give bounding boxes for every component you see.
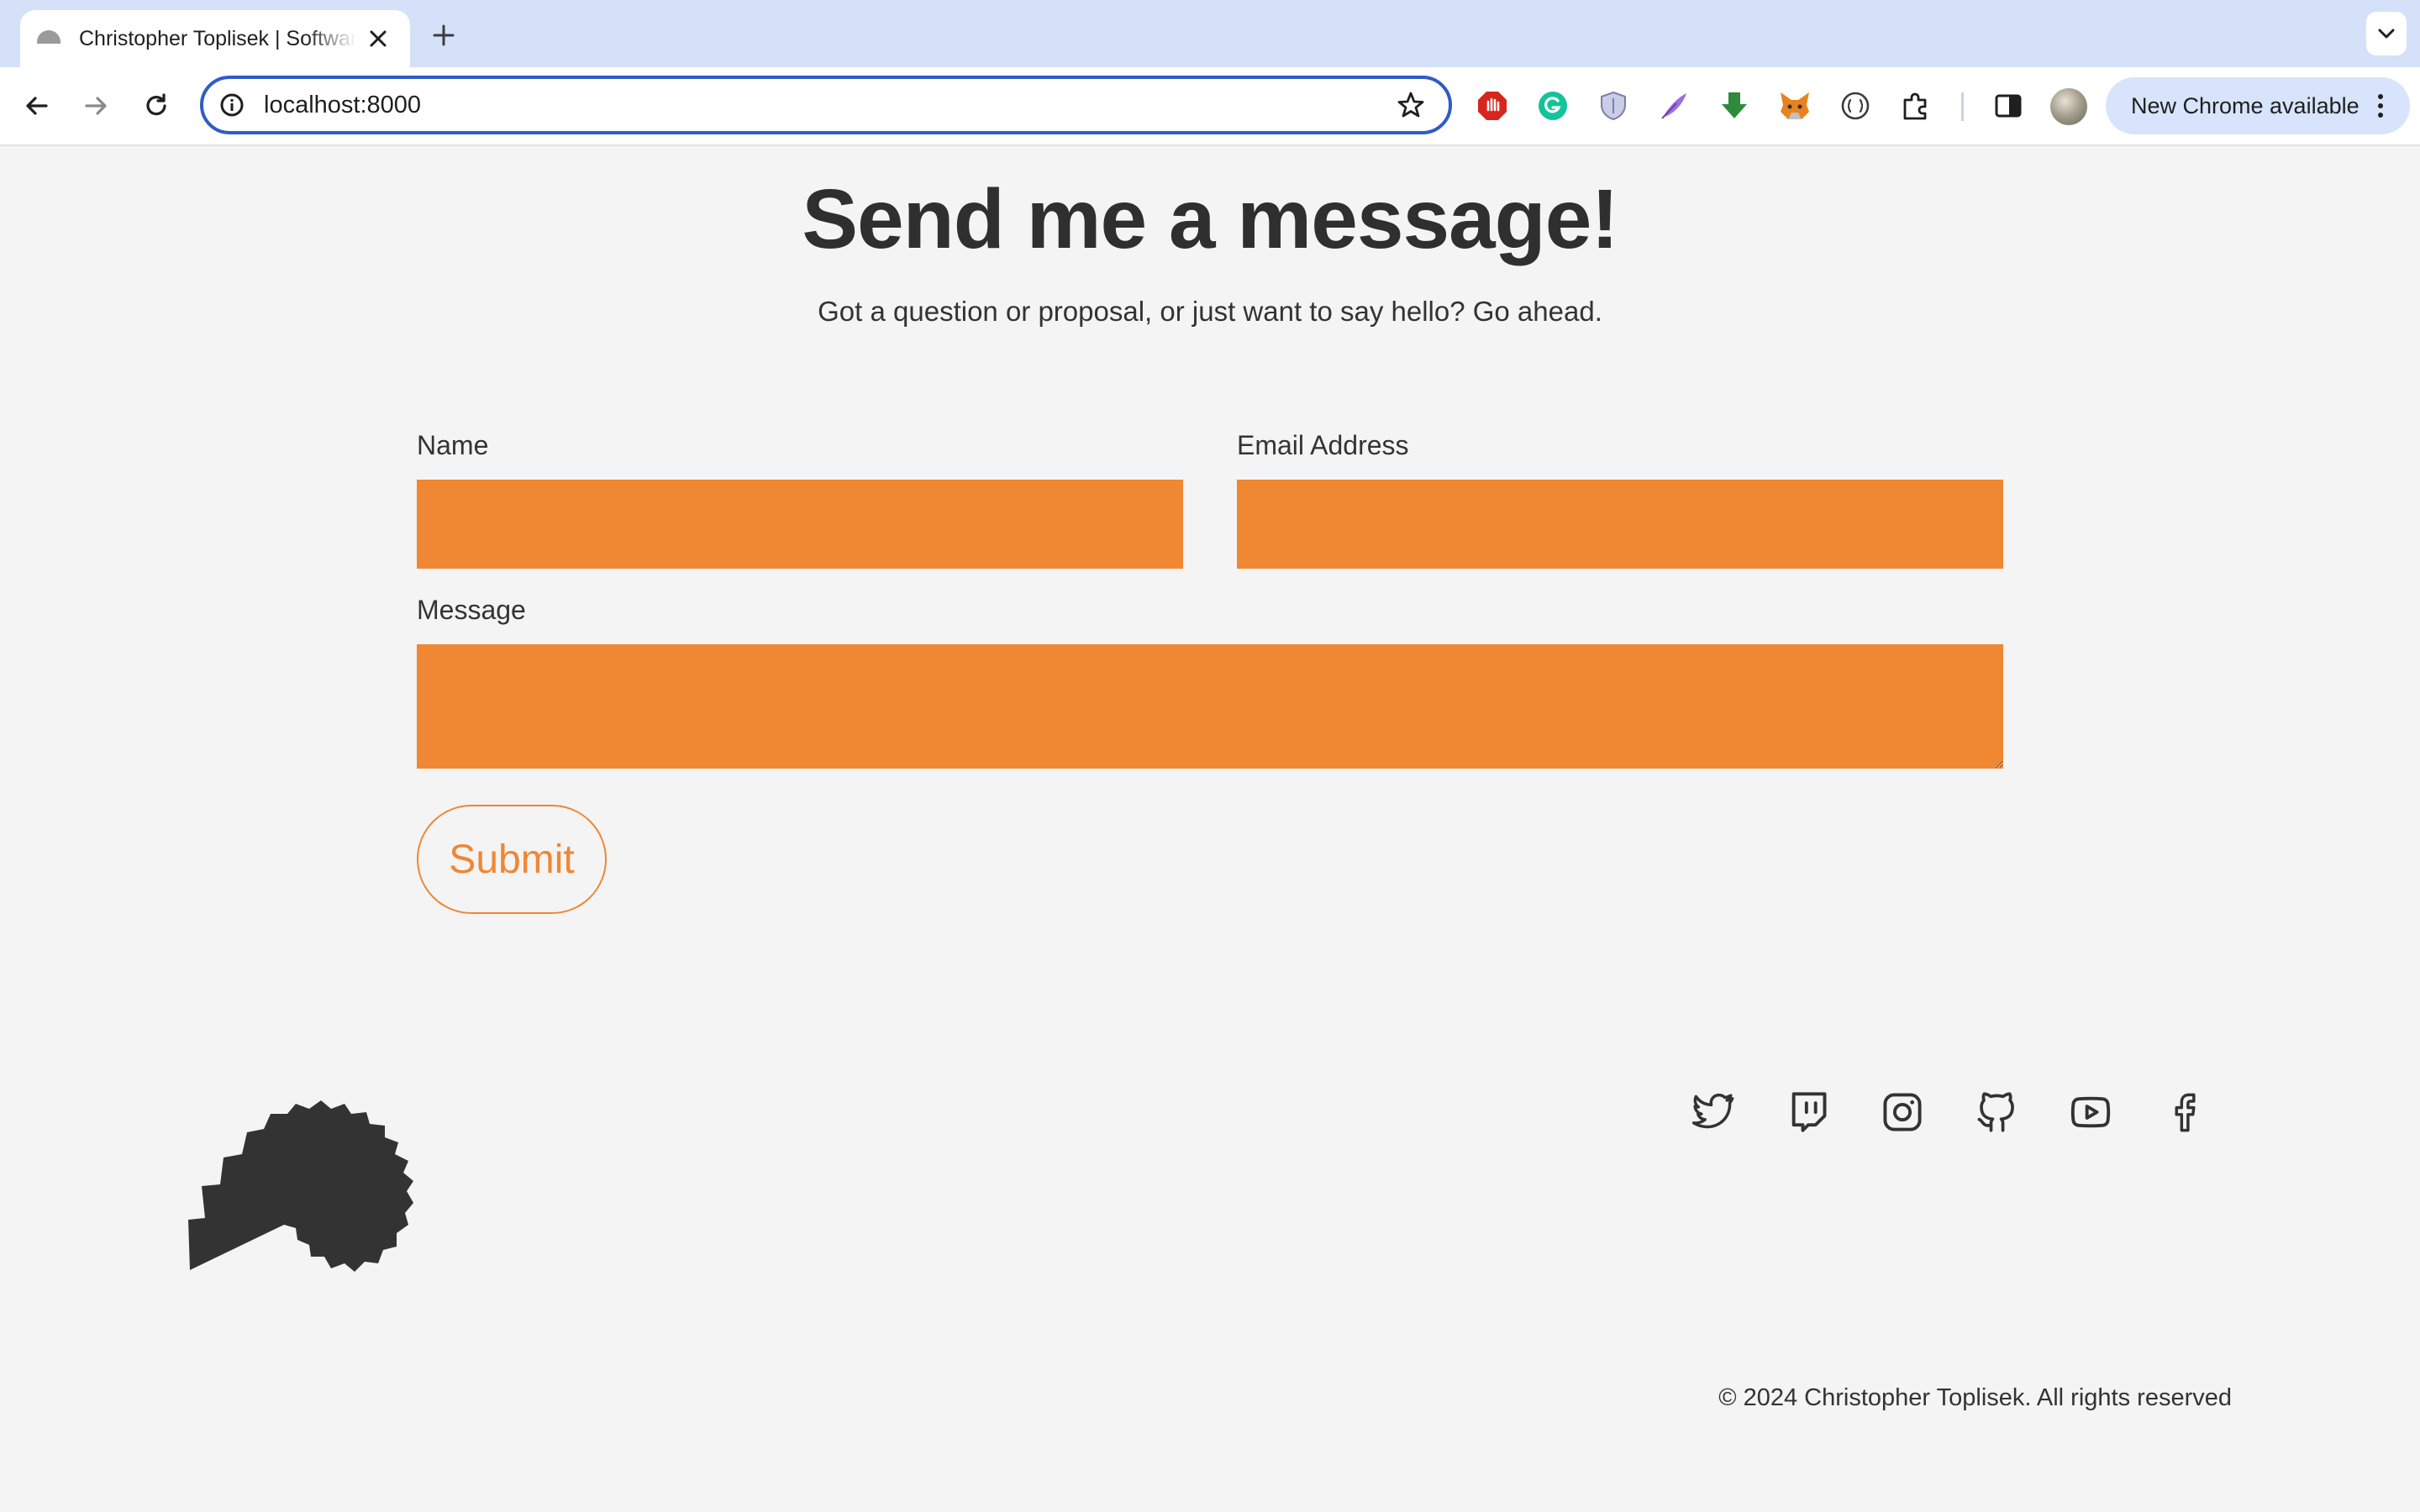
twitch-icon bbox=[1791, 1092, 1827, 1132]
site-logo bbox=[188, 1100, 413, 1272]
instagram-icon bbox=[1883, 1093, 1922, 1131]
toolbar-divider bbox=[1961, 92, 1964, 121]
name-input[interactable] bbox=[417, 480, 1183, 569]
extensions-puzzle-icon[interactable] bbox=[1897, 87, 1934, 124]
url-input[interactable] bbox=[264, 91, 1390, 119]
metamask-fox-extension-icon[interactable] bbox=[1776, 87, 1813, 124]
chevron-down-icon bbox=[2378, 29, 2395, 39]
grammarly-extension-icon[interactable] bbox=[1534, 87, 1571, 124]
name-label: Name bbox=[417, 430, 489, 460]
twitch-link[interactable] bbox=[1780, 1084, 1837, 1141]
arrow-left-icon bbox=[26, 97, 48, 115]
email-input[interactable] bbox=[1237, 480, 2003, 569]
bookmark-star-icon[interactable] bbox=[1390, 84, 1432, 126]
adblock-extension-icon[interactable] bbox=[1474, 87, 1511, 124]
page-content: Send me a message! Got a question or pro… bbox=[0, 146, 2420, 1512]
browser-tabstrip: Christopher Toplisek | Software Engineer bbox=[0, 0, 2420, 67]
message-label: Message bbox=[417, 595, 526, 625]
new-tab-button[interactable] bbox=[425, 17, 462, 54]
github-link[interactable] bbox=[1968, 1084, 2025, 1141]
forward-button[interactable] bbox=[76, 86, 116, 126]
code-braces-extension-icon[interactable] bbox=[1837, 87, 1874, 124]
facebook-icon bbox=[2175, 1093, 2196, 1132]
facebook-link[interactable] bbox=[2156, 1084, 2213, 1141]
tab-title: Christopher Toplisek | Software Engineer bbox=[79, 26, 356, 50]
more-menu-icon[interactable] bbox=[2377, 94, 2383, 118]
page-subtitle: Got a question or proposal, or just want… bbox=[818, 296, 1602, 327]
reload-icon bbox=[146, 93, 166, 116]
browser-tab[interactable]: Christopher Toplisek | Software Engineer bbox=[20, 10, 410, 67]
message-textarea[interactable] bbox=[417, 644, 2003, 769]
page-title: Send me a message! bbox=[802, 172, 1618, 266]
reload-button[interactable] bbox=[136, 86, 176, 126]
new-chrome-available-button[interactable]: New Chrome available bbox=[2106, 77, 2410, 134]
privacy-shield-extension-icon[interactable] bbox=[1595, 87, 1632, 124]
feather-extension-icon[interactable] bbox=[1655, 87, 1692, 124]
instagram-link[interactable] bbox=[1874, 1084, 1931, 1141]
youtube-link[interactable] bbox=[2062, 1084, 2119, 1141]
address-bar[interactable] bbox=[200, 76, 1452, 134]
profile-avatar[interactable] bbox=[2050, 88, 2087, 125]
update-chip-label: New Chrome available bbox=[2131, 92, 2360, 118]
site-info-icon[interactable] bbox=[213, 87, 250, 123]
youtube-icon bbox=[2070, 1096, 2111, 1128]
copyright-text: © 2024 Christopher Toplisek. All rights … bbox=[1718, 1384, 2232, 1411]
tab-search-button[interactable] bbox=[2366, 12, 2407, 55]
back-button[interactable] bbox=[17, 86, 57, 126]
arrow-right-icon bbox=[85, 97, 107, 115]
submit-button[interactable]: Submit bbox=[417, 805, 607, 914]
close-tab-icon[interactable] bbox=[363, 24, 393, 54]
download-arrow-extension-icon[interactable] bbox=[1716, 87, 1753, 124]
twitter-icon bbox=[1692, 1093, 1734, 1129]
side-panel-icon[interactable] bbox=[1990, 87, 2027, 124]
email-label: Email Address bbox=[1237, 430, 1409, 460]
site-favicon-icon bbox=[37, 30, 60, 44]
twitter-link[interactable] bbox=[1686, 1084, 1743, 1141]
github-icon bbox=[1977, 1092, 2014, 1132]
browser-toolbar: New Chrome available bbox=[0, 67, 2420, 146]
